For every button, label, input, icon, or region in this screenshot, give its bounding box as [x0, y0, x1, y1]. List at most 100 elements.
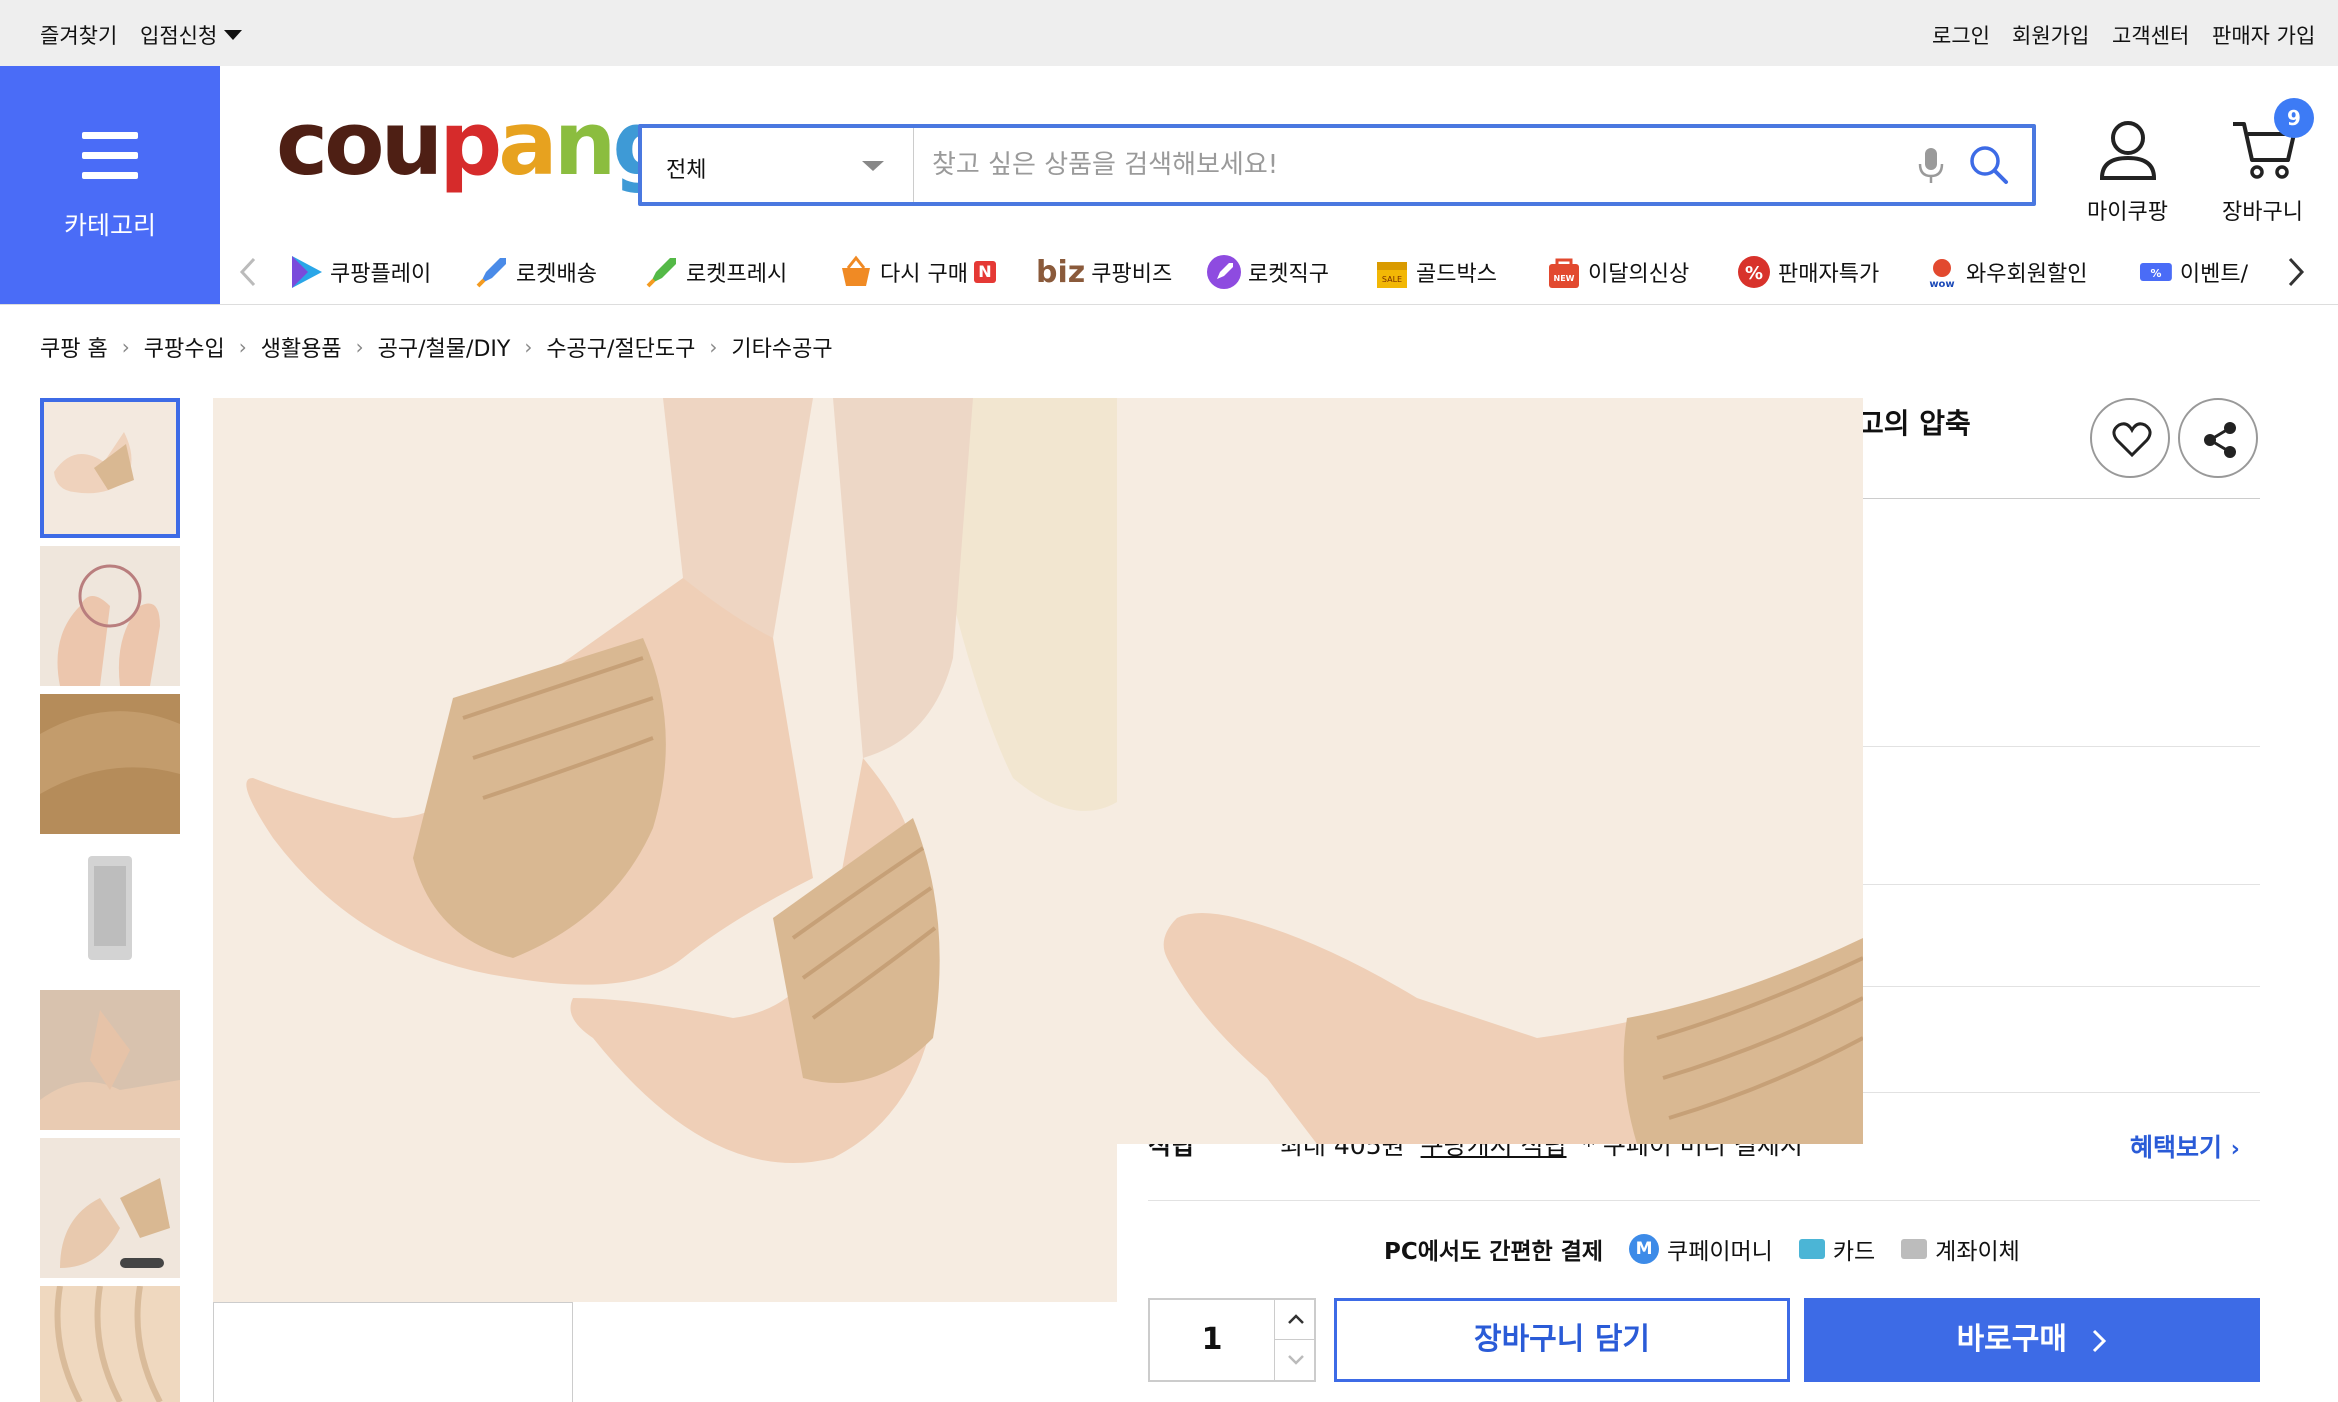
payment-method-label: 쿠페이머니 [1667, 1239, 1773, 1265]
shortcut-rocket-global[interactable]: 로켓직구 [1206, 252, 1329, 292]
view-benefits-label: 혜택보기 [2130, 1133, 2223, 1162]
view-benefits-link[interactable]: 혜택보기 › [2130, 1128, 2240, 1164]
category-menu-button[interactable]: 카테고리 [0, 66, 220, 304]
benefit-divider [1148, 1200, 2260, 1201]
shortcut-label: 로켓프레시 [686, 262, 788, 287]
breadcrumb-item[interactable]: 공구/철물/DIY [378, 331, 511, 363]
thumbnail-2[interactable] [40, 546, 180, 686]
hamburger-icon-bar [82, 152, 138, 159]
user-icon[interactable] [2098, 118, 2158, 182]
chevron-down-icon [862, 161, 884, 171]
login-link[interactable]: 로그인 [1932, 20, 1990, 50]
microphone-icon[interactable] [1916, 146, 1946, 186]
chevron-right-icon: › [524, 335, 533, 359]
mycoupang-label[interactable]: 마이쿠팡 [2087, 194, 2168, 226]
bookmark-link[interactable]: 즐겨찾기 [40, 20, 117, 50]
section-divider [1862, 884, 2260, 885]
shortcut-rocket-delivery[interactable]: 로켓배송 [474, 252, 597, 292]
shortcut-seller-deals[interactable]: % 판매자특가 [1736, 252, 1879, 292]
quantity-stepper: 1 [1148, 1298, 1316, 1382]
breadcrumb-item[interactable]: 쿠팡 홈 [40, 331, 108, 363]
buy-now-button[interactable]: 바로구매 [1804, 1298, 2260, 1382]
shortcut-rocket-fresh[interactable]: 로켓프레시 [644, 252, 787, 292]
caret-down-icon[interactable] [224, 30, 242, 40]
shortcut-label: 와우회원할인 [1966, 262, 2088, 287]
share-button[interactable] [2178, 398, 2258, 478]
shortcut-label: 로켓직구 [1248, 262, 1329, 287]
chevron-right-icon: › [2230, 1137, 2240, 1162]
logo-letter: c [276, 92, 328, 195]
search-category-value: 전체 [666, 158, 707, 183]
seller-signup-link[interactable]: 판매자 가입 [2212, 20, 2315, 50]
shortcut-label: 쿠팡플레이 [330, 262, 432, 287]
shortcut-wow-discount[interactable]: wow 와우회원할인 [1924, 252, 2087, 292]
shortcut-events[interactable]: % 이벤트/ [2138, 252, 2248, 292]
card-icon [1798, 1239, 1825, 1259]
breadcrumb-item[interactable]: 수공구/절단도구 [546, 331, 695, 363]
thumbnail-1[interactable] [40, 398, 180, 538]
signup-link[interactable]: 회원가입 [2012, 20, 2089, 50]
thumbnail-4[interactable] [40, 842, 180, 982]
goldbox-icon: SALE [1377, 262, 1407, 288]
top-utility-bar: 즐겨찾기 입점신청 로그인 회원가입 고객센터 판매자 가입 [0, 0, 2338, 66]
heart-icon [2112, 422, 2152, 458]
search-category-select[interactable]: 전체 [642, 128, 914, 202]
share-icon [2204, 422, 2236, 458]
hamburger-icon [82, 132, 138, 139]
search-icon[interactable] [1968, 144, 2010, 186]
shortcut-coupang-play[interactable]: 쿠팡플레이 [288, 252, 431, 292]
chevron-left-icon[interactable] [238, 256, 258, 288]
shortcut-rebuy[interactable]: 다시 구매 N [838, 252, 996, 292]
wow-icon: wow [1929, 259, 1955, 290]
shortcut-label: 이달의신상 [1588, 262, 1690, 287]
cart-label[interactable]: 장바구니 [2222, 194, 2303, 226]
breadcrumb-item[interactable]: 쿠팡수입 [144, 331, 225, 363]
svg-text:wow: wow [1929, 279, 1954, 290]
thumbnail-3[interactable] [40, 694, 180, 834]
chevron-right-icon: › [238, 335, 247, 359]
cart-count-badge: 9 [2274, 98, 2314, 138]
quantity-value[interactable]: 1 [1150, 1322, 1274, 1357]
payment-methods-row: PC에서도 간편한 결제 M 쿠페이머니 카드 계좌이체 [1384, 1232, 2020, 1266]
thumbnail-6[interactable] [40, 1138, 180, 1278]
logo-letter: n [553, 92, 617, 195]
customer-center-link[interactable]: 고객센터 [2112, 20, 2189, 50]
quantity-decrease-button[interactable] [1274, 1340, 1316, 1380]
payment-card: 카드 [1798, 1232, 1875, 1266]
section-divider [1862, 746, 2260, 747]
logo-letter: u [380, 92, 444, 195]
shortcut-label: 이벤트/ [2179, 262, 2248, 287]
thumbnail-5[interactable] [40, 990, 180, 1130]
new-bag-icon: NEW [1549, 258, 1579, 288]
product-title: 고의 압축 [1858, 407, 1971, 440]
shortcut-label: 다시 구매 [880, 262, 968, 287]
seller-apply-link[interactable]: 입점신청 [140, 20, 217, 50]
payment-coupay-money: M 쿠페이머니 [1629, 1232, 1773, 1266]
shortcut-goldbox[interactable]: SALE 골드박스 [1374, 252, 1497, 292]
breadcrumb-item[interactable]: 생활용품 [261, 331, 342, 363]
thumbnail-7[interactable] [40, 1286, 180, 1402]
wishlist-button[interactable] [2090, 398, 2170, 478]
add-to-cart-button[interactable]: 장바구니 담기 [1334, 1298, 1790, 1382]
payment-bank-transfer: 계좌이체 [1901, 1232, 2020, 1266]
header-divider [0, 304, 2338, 305]
quantity-increase-button[interactable] [1274, 1300, 1316, 1340]
search-input[interactable] [932, 140, 1892, 190]
coupang-logo[interactable]: coupang [276, 100, 675, 188]
image-zoom-preview [1117, 398, 1863, 1144]
title-divider [1862, 498, 2260, 499]
svg-text:NEW: NEW [1554, 274, 1575, 283]
shortcut-new-arrivals[interactable]: NEW 이달의신상 [1546, 252, 1689, 292]
breadcrumb-item[interactable]: 기타수공구 [731, 331, 832, 363]
breadcrumb: 쿠팡 홈 › 쿠팡수입 › 생활용품 › 공구/철물/DIY › 수공구/절단도구 › 기타수공구 [40, 332, 833, 362]
main-product-image[interactable] [213, 398, 1117, 1302]
chevron-right-icon: › [709, 335, 718, 359]
hamburger-icon-bar [82, 172, 138, 179]
logo-letter: p [439, 92, 502, 195]
percent-badge-icon: % [1738, 256, 1770, 288]
section-divider [1862, 1092, 2260, 1093]
logo-letter: o [324, 92, 385, 195]
chevron-right-icon[interactable] [2286, 256, 2306, 288]
shortcut-coupang-biz[interactable]: biz 쿠팡비즈 [1036, 252, 1172, 292]
chevron-right-icon [2093, 1329, 2107, 1352]
